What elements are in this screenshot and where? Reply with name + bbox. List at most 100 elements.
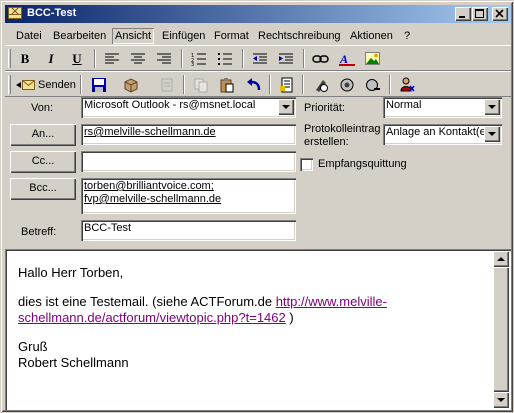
underline-button[interactable]: U [66,49,88,69]
decrease-indent-icon [253,53,267,64]
maximize-button[interactable] [472,7,488,21]
from-account-select[interactable]: Microsoft Outlook - rs@msnet.local [81,97,296,118]
vertical-scrollbar[interactable] [493,251,509,408]
increase-indent-icon [279,53,293,64]
menu-aktionen[interactable]: Aktionen [347,28,396,44]
increase-indent-button[interactable] [275,49,297,69]
bullet-list-button[interactable] [214,49,236,69]
chevron-down-icon[interactable] [278,99,294,115]
toolbar-grip[interactable] [8,75,11,94]
attach-file-button[interactable] [120,75,142,95]
align-center-icon [131,53,145,64]
undo-icon [247,78,261,91]
window-title: BCC-Test [27,7,77,19]
align-left-button[interactable] [101,49,123,69]
toolbar-separator [80,75,82,94]
undo-button[interactable] [243,75,265,95]
arrow-up-icon [497,257,505,261]
toolbar-separator [269,75,271,94]
menu-einfuegen[interactable]: Einfügen [159,28,208,44]
italic-button[interactable]: I [40,49,62,69]
check-names-button[interactable] [156,75,178,95]
priority-label: Priorität: [304,102,345,114]
cc-button[interactable]: Cc... [10,151,76,173]
menu-format[interactable]: Format [211,28,252,44]
toolbar-separator [389,75,391,94]
menu-bar: Datei Bearbeiten Ansicht Einfügen Format… [5,26,511,45]
scroll-thumb[interactable] [493,267,509,392]
bold-button[interactable]: B [14,49,36,69]
encrypt-button[interactable] [336,75,358,95]
menu-ansicht[interactable]: Ansicht [112,28,154,44]
subject-label: Betreff: [21,226,57,238]
minimize-button[interactable] [455,7,471,21]
toolbar-separator [183,75,185,94]
toolbar-grip[interactable] [8,49,11,68]
from-label: Von: [31,102,54,114]
align-center-button[interactable] [127,49,149,69]
decrease-indent-button[interactable] [249,49,271,69]
encrypt-options-button[interactable] [362,75,384,95]
paste-icon [220,78,234,93]
toolbar-separator [94,49,96,68]
picture-icon [365,52,380,65]
digital-sign-button[interactable] [310,75,332,95]
bcc-button[interactable]: Bcc... [10,178,76,200]
align-right-button[interactable] [153,49,175,69]
closing-line: Gruß [18,339,48,354]
options-document-icon [280,77,293,93]
bcc-field[interactable]: torben@brilliantvoice.com; fvp@melville-… [81,178,296,214]
arrow-down-icon [497,398,505,402]
send-button[interactable]: Senden [14,75,76,95]
format-toolbar: B I U 123 A [5,45,511,71]
chevron-down-icon[interactable] [484,99,500,115]
save-button[interactable] [88,75,110,95]
minimize-icon [459,16,465,18]
sign-pen-icon [316,80,328,92]
numbered-list-button[interactable]: 123 [188,49,210,69]
receipt-checkbox[interactable] [300,158,313,171]
bullet-list-icon [218,53,232,65]
close-button[interactable] [492,7,508,21]
insert-line-button[interactable]: A [336,49,358,69]
priority-select[interactable]: Normal [383,97,502,118]
signature-line: Robert Schellmann [18,355,129,370]
message-options-button[interactable] [276,75,298,95]
bcc-address[interactable]: torben@brilliantvoice.com; [84,180,293,193]
forum-link[interactable]: http://www.melville- [276,294,387,309]
cc-field[interactable] [81,151,296,172]
message-body[interactable]: Hallo Herr Torben, dies ist eine Testema… [5,249,511,410]
menu-bearbeiten[interactable]: Bearbeiten [50,28,109,44]
title-bar[interactable]: BCC-Test [5,5,511,23]
body-text: dies ist eine Testemail. (siehe ACTForum… [18,294,276,309]
scroll-down-button[interactable] [493,392,509,408]
to-button[interactable]: An... [10,124,76,146]
paste-button[interactable] [216,75,238,95]
insert-picture-button[interactable] [362,49,384,69]
subject-field[interactable]: BCC-Test [81,220,296,241]
bcc-address[interactable]: fvp@melville-schellmann.de [84,193,293,206]
from-account-value: Microsoft Outlook - rs@msnet.local [84,99,256,111]
chevron-down-icon[interactable] [484,126,500,142]
closing-block: Gruß Robert Schellmann [18,339,486,371]
flag-contact-button[interactable] [396,75,418,95]
protocol-label: erstellen: [304,136,349,148]
copy-button[interactable] [190,75,212,95]
numbered-list-icon: 123 [191,53,206,66]
protocol-value: Anlage an Kontakt(e) [386,126,490,138]
insert-hyperlink-button[interactable] [310,49,332,69]
standard-toolbar: Senden [5,71,511,97]
menu-datei[interactable]: Datei [13,28,45,44]
maximize-icon [475,9,484,18]
forum-link[interactable]: schellmann.de/actforum/viewtopic.php?t=1… [18,310,286,325]
message-text[interactable]: Hallo Herr Torben, dies ist eine Testema… [18,265,486,371]
to-address[interactable]: rs@melville-schellmann.de [84,126,293,139]
greeting-line: Hallo Herr Torben, [18,265,124,280]
protocol-select[interactable]: Anlage an Kontakt(e) [383,124,502,145]
align-right-icon [157,53,171,64]
to-field[interactable]: rs@melville-schellmann.de [81,124,296,145]
menu-help[interactable]: ? [401,28,413,44]
menu-rechtschreibung[interactable]: Rechtschreibung [255,28,344,44]
toolbar-separator [302,75,304,94]
scroll-up-button[interactable] [493,251,509,267]
